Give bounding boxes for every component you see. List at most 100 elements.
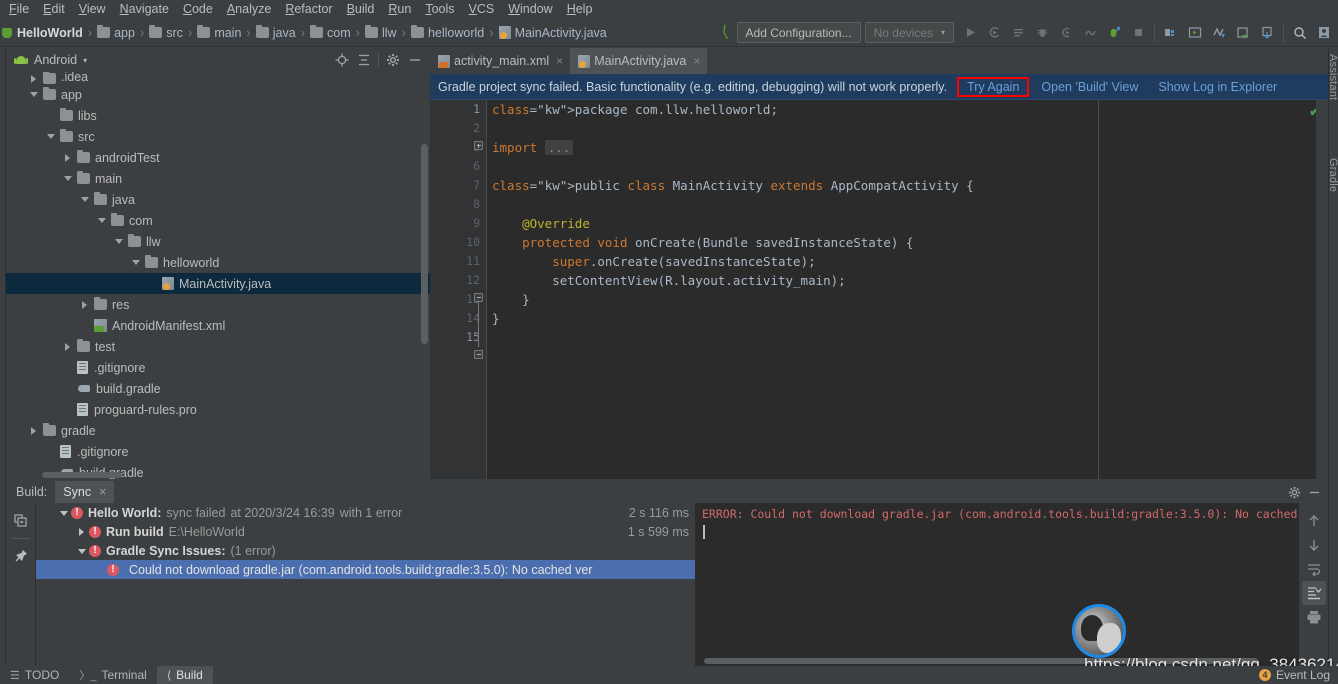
fold-collapse-icon-end[interactable] xyxy=(474,350,483,359)
run-with-coverage-icon[interactable] xyxy=(982,21,1006,45)
search-icon[interactable] xyxy=(1288,21,1312,45)
menu-item-vcs[interactable]: VCS xyxy=(462,0,502,19)
menu-item-help[interactable]: Help xyxy=(560,0,600,19)
chevron-down-icon[interactable] xyxy=(76,545,88,557)
menu-item-tools[interactable]: Tools xyxy=(418,0,461,19)
debug-icon[interactable] xyxy=(1030,21,1054,45)
profiler-icon[interactable] xyxy=(1078,21,1102,45)
event-log-label[interactable]: Event Log xyxy=(1276,668,1330,682)
fold-expand-icon[interactable] xyxy=(474,141,483,150)
print-icon[interactable] xyxy=(1302,605,1326,629)
attach-debugger-icon[interactable] xyxy=(1054,21,1078,45)
project-tree-hscrollbar[interactable] xyxy=(42,472,122,478)
close-icon[interactable]: × xyxy=(556,54,563,68)
tree-node-build-gradle[interactable]: build.gradle xyxy=(6,378,430,399)
chevron-down-icon[interactable] xyxy=(80,194,91,205)
build-tree-row[interactable]: Run build E:\HelloWorld 1 s 599 ms xyxy=(36,522,695,541)
chevron-right-icon[interactable] xyxy=(76,526,88,538)
avd-manager-icon[interactable] xyxy=(1159,21,1183,45)
locate-icon[interactable] xyxy=(331,50,353,70)
tree-node--gitignore[interactable]: .gitignore xyxy=(6,441,430,462)
build-tree-row[interactable]: Hello World: sync failed at 2020/3/24 16:3… xyxy=(36,503,695,522)
menu-item-edit[interactable]: Edit xyxy=(36,0,72,19)
layout-inspector-icon[interactable] xyxy=(1207,21,1231,45)
restart-icon[interactable] xyxy=(9,509,33,533)
tree-node-llw[interactable]: llw xyxy=(6,231,430,252)
menu-item-build[interactable]: Build xyxy=(340,0,382,19)
build-issues-tree[interactable]: Hello World: sync failed at 2020/3/24 16:3… xyxy=(36,503,696,666)
close-icon[interactable]: × xyxy=(99,485,106,499)
tree-node-libs[interactable]: libs xyxy=(6,105,430,126)
chevron-down-icon[interactable] xyxy=(63,173,74,184)
run-icon[interactable] xyxy=(958,21,982,45)
line-number-gutter[interactable]: 1236789101112131415 xyxy=(430,100,486,479)
chevron-right-icon[interactable] xyxy=(29,425,40,436)
chevron-down-icon[interactable] xyxy=(29,89,40,100)
scroll-up-icon[interactable] xyxy=(1302,509,1326,533)
tree-node--gitignore[interactable]: .gitignore xyxy=(6,357,430,378)
breadcrumb-item-helloworld[interactable]: helloworld xyxy=(410,24,484,40)
menu-item-view[interactable]: View xyxy=(72,0,113,19)
device-manager-icon[interactable] xyxy=(1255,21,1279,45)
tree-node-androidtest[interactable]: androidTest xyxy=(6,147,430,168)
tree-node-proguard-rules-pro[interactable]: proguard-rules.pro xyxy=(6,399,430,420)
settings-gear-icon[interactable] xyxy=(1284,482,1304,502)
status-item-terminal[interactable]: 〉_ Terminal xyxy=(69,666,156,684)
tree-node-main[interactable]: main xyxy=(6,168,430,189)
build-tree-row[interactable]: Gradle Sync Issues: (1 error) xyxy=(36,541,695,560)
settings-gear-icon[interactable] xyxy=(382,50,404,70)
open-build-view-link[interactable]: Open 'Build' View xyxy=(1031,80,1148,94)
build-hammer-icon[interactable]: ⟨ xyxy=(721,23,730,41)
apply-changes-icon[interactable] xyxy=(1006,21,1030,45)
minimize-icon[interactable] xyxy=(404,50,426,70)
editor-tab-mainactivity-java[interactable]: MainActivity.java × xyxy=(570,48,708,74)
chevron-down-icon[interactable] xyxy=(46,131,57,142)
menu-item-navigate[interactable]: Navigate xyxy=(113,0,176,19)
status-item-todo[interactable]: ☰ TODO xyxy=(0,666,69,684)
try-again-link[interactable]: Try Again xyxy=(957,76,1030,97)
build-tab-sync[interactable]: Sync × xyxy=(55,481,115,503)
menu-item-file[interactable]: File xyxy=(2,0,36,19)
stop-icon[interactable] xyxy=(1126,21,1150,45)
right-tab-assistant[interactable]: Assistant xyxy=(1327,54,1338,100)
fold-collapse-icon-oncreate[interactable] xyxy=(474,293,483,302)
scroll-to-end-icon[interactable] xyxy=(1301,581,1326,605)
tree-node-com[interactable]: com xyxy=(6,210,430,231)
build-tree-row[interactable]: Could not download gradle.jar (com.andro… xyxy=(36,560,695,579)
chevron-down-icon[interactable] xyxy=(58,507,70,519)
menu-item-window[interactable]: Window xyxy=(501,0,559,19)
chevron-down-icon[interactable] xyxy=(97,215,108,226)
tree-node-gradle[interactable]: gradle xyxy=(6,420,430,441)
tree-node--idea[interactable]: .idea xyxy=(6,72,430,84)
tree-node-test[interactable]: test xyxy=(6,336,430,357)
build-console[interactable]: ERROR: Could not download gradle.jar (co… xyxy=(696,503,1298,666)
project-tree[interactable]: .idea app libs src androidTest main java com llw… xyxy=(6,72,430,479)
scroll-down-icon[interactable] xyxy=(1302,533,1326,557)
device-file-explorer-icon[interactable] xyxy=(1231,21,1255,45)
menu-item-refactor[interactable]: Refactor xyxy=(278,0,339,19)
breadcrumb-item-java[interactable]: java xyxy=(255,24,296,40)
user-avatar-icon[interactable] xyxy=(1312,21,1336,45)
code-content[interactable]: class="kw">package com.llw.helloworld; im… xyxy=(486,100,1098,479)
add-configuration-button[interactable]: Add Configuration... xyxy=(736,22,861,43)
chevron-right-icon[interactable] xyxy=(63,152,74,163)
tree-node-app[interactable]: app xyxy=(6,84,430,105)
breadcrumb-item-app[interactable]: app xyxy=(97,24,135,40)
tree-node-res[interactable]: res xyxy=(6,294,430,315)
soft-wrap-icon[interactable] xyxy=(1302,557,1326,581)
status-item-build[interactable]: ⟨ Build xyxy=(156,666,213,684)
collapse-all-icon[interactable] xyxy=(353,50,375,70)
tree-node-androidmanifest-xml[interactable]: AndroidManifest.xml xyxy=(6,315,430,336)
pin-icon[interactable] xyxy=(9,544,33,568)
close-icon[interactable]: × xyxy=(693,54,700,68)
breadcrumb-item-helloworld[interactable]: HelloWorld xyxy=(2,26,83,40)
breadcrumb-item-llw[interactable]: llw xyxy=(365,24,397,40)
chevron-right-icon[interactable] xyxy=(63,341,74,352)
tree-node-mainactivity-java[interactable]: MainActivity.java xyxy=(6,273,430,294)
breadcrumb-item-mainactivity-java[interactable]: MainActivity.java xyxy=(498,26,607,40)
code-editor[interactable]: 1236789101112131415 class="kw">package c… xyxy=(430,100,1328,479)
tree-node-helloworld[interactable]: helloworld xyxy=(6,252,430,273)
project-tree-scrollbar[interactable] xyxy=(421,144,428,344)
tree-node-src[interactable]: src xyxy=(6,126,430,147)
breadcrumb-item-src[interactable]: src xyxy=(149,24,183,40)
